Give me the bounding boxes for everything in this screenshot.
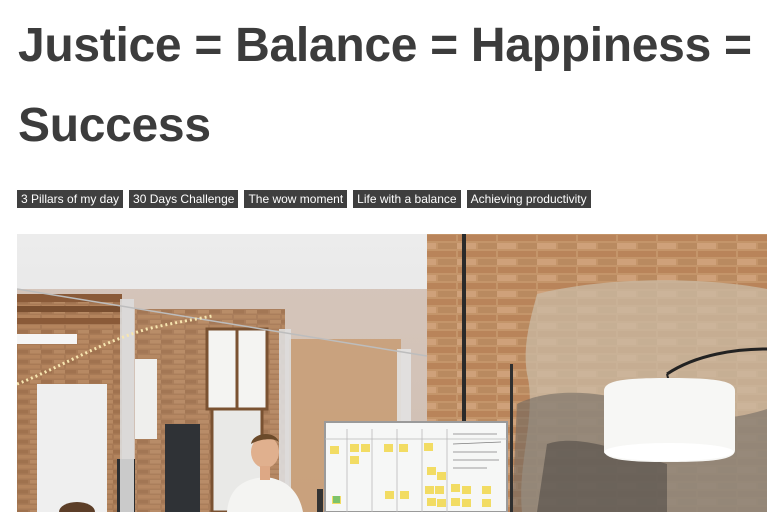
tag-list: 3 Pillars of my day 30 Days Challenge Th… xyxy=(17,190,591,208)
tag-3-pillars[interactable]: 3 Pillars of my day xyxy=(17,190,124,208)
tag-wow-moment[interactable]: The wow moment xyxy=(244,190,348,208)
tag-life-balance[interactable]: Life with a balance xyxy=(353,190,461,208)
featured-image xyxy=(17,234,767,512)
post-title: Justice = Balance = Happiness = Success xyxy=(18,19,752,152)
tag-30-days-challenge[interactable]: 30 Days Challenge xyxy=(129,190,239,208)
office-photo-illustration xyxy=(17,234,767,512)
tag-achieving-productivity[interactable]: Achieving productivity xyxy=(466,190,591,208)
